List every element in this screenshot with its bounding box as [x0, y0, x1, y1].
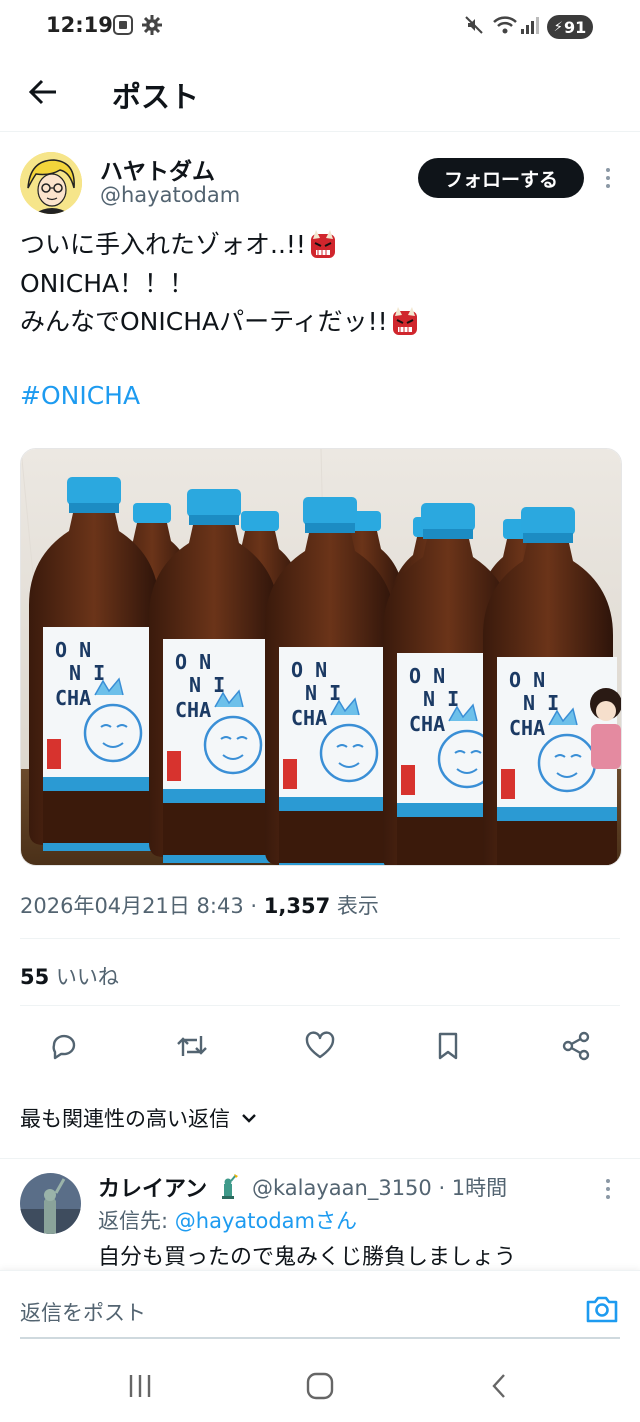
reply-button[interactable]: [44, 1026, 84, 1066]
app-header: ポスト: [0, 56, 640, 132]
ogre-emoji-icon: [310, 230, 335, 259]
share-button[interactable]: [556, 1026, 596, 1066]
tweet-line: みんなでONICHAパーティだッ!!: [20, 303, 620, 342]
reply-author-name-text: カレイアン: [98, 1177, 208, 1202]
heart-icon: [305, 1031, 335, 1059]
reply-input[interactable]: 返信をポスト: [20, 1297, 146, 1327]
reply-sort-label: 最も関連性の高い返信: [20, 1107, 230, 1131]
repost-button[interactable]: [172, 1026, 212, 1066]
composer-underline: [20, 1337, 620, 1339]
kebab-menu-icon: [606, 168, 610, 188]
author-display-name[interactable]: ハヤトダム: [100, 152, 215, 186]
reply-more-options-button[interactable]: [598, 1177, 618, 1201]
figurine-doll: [590, 688, 621, 769]
ogre-emoji-icon: [392, 307, 417, 336]
recent-apps-icon: [129, 1375, 151, 1397]
battery-bolt-icon: ⚡: [553, 19, 563, 35]
signal-icon: [521, 17, 539, 34]
reply-sort-dropdown[interactable]: 最も関連性の高い返信: [20, 1103, 260, 1133]
reply-composer: 返信をポスト: [0, 1270, 640, 1350]
bookmark-icon: [438, 1032, 458, 1060]
tweet-line-text: ONICHA！！！: [20, 268, 195, 298]
home-icon: [306, 1372, 334, 1400]
reply-to-prefix: 返信先:: [98, 1209, 175, 1233]
reply-item[interactable]: カレイアン @kalayaan_3150 · 1時間 返信先: @hayatod…: [0, 1158, 640, 1270]
action-bar: [0, 1026, 640, 1066]
view-label: 表示: [330, 894, 379, 918]
like-button[interactable]: [300, 1026, 340, 1066]
tweet-line-text: みんなでONICHAパーティだッ!!: [20, 307, 388, 336]
view-count: 1,357: [263, 894, 331, 918]
recent-apps-button[interactable]: [120, 1368, 160, 1404]
arrow-left-icon: [28, 79, 56, 105]
camera-icon: [586, 1296, 618, 1323]
tweet-timestamp[interactable]: 2026年04月21日 8:43 ·: [20, 894, 264, 918]
status-time: 12:19: [46, 13, 113, 37]
camera-button[interactable]: [584, 1293, 620, 1325]
tweet-meta: 2026年04月21日 8:43 · 1,357 表示: [20, 890, 379, 920]
status-bar: 12:19 ⚡ 91: [0, 0, 640, 56]
tweet-line-text: ついに手入れたゾォオ..!!: [20, 230, 306, 259]
onicha-bottles-photo: O N N I CHA: [21, 449, 621, 865]
repost-icon: [177, 1036, 207, 1056]
statue-of-liberty-emoji-icon: [221, 1174, 238, 1199]
system-back-button[interactable]: [480, 1368, 520, 1404]
settings-gear-icon: [142, 15, 162, 35]
chevron-left-icon: [492, 1374, 505, 1398]
divider: [20, 1005, 620, 1006]
like-label: いいね: [49, 965, 119, 989]
statue-avatar-image: [20, 1173, 81, 1234]
wifi-icon: [493, 16, 517, 34]
reply-author-name[interactable]: カレイアン: [98, 1171, 241, 1203]
tweet-photo[interactable]: O N N I CHA: [20, 448, 622, 866]
likes-summary[interactable]: 55 いいね: [20, 961, 119, 991]
battery-level: 91: [563, 17, 587, 37]
follow-button[interactable]: フォローする: [418, 158, 584, 198]
home-button[interactable]: [300, 1368, 340, 1404]
author-avatar[interactable]: [20, 152, 82, 214]
share-icon: [562, 1031, 590, 1061]
reply-to-user-link[interactable]: @hayatodamさん: [175, 1209, 357, 1233]
mute-icon: [465, 16, 483, 34]
tweet-text: ついに手入れたゾォオ..!! ONICHA！！！ みんなでONICHAパーティだ…: [20, 226, 620, 342]
author-handle[interactable]: @hayatodam: [100, 183, 240, 207]
reply-avatar[interactable]: [20, 1173, 81, 1234]
bookmark-button[interactable]: [428, 1026, 468, 1066]
more-options-button[interactable]: [598, 166, 618, 190]
battery-indicator: ⚡ 91: [547, 15, 593, 39]
reply-text: 自分も買ったので鬼みくじ勝負しましょう: [98, 1245, 517, 1270]
reply-to-line: 返信先: @hayatodamさん: [98, 1205, 357, 1235]
reply-icon: [52, 1034, 76, 1060]
tweet-line: ONICHA！！！: [20, 265, 620, 304]
kebab-menu-icon: [606, 1179, 610, 1199]
system-navigation-bar: [0, 1350, 640, 1422]
tweet-line: ついに手入れたゾォオ..!!: [20, 226, 620, 265]
reply-author-handle[interactable]: @kalayaan_3150 · 1時間: [252, 1172, 507, 1202]
avatar-image: [20, 152, 82, 214]
hashtag-link[interactable]: #ONICHA: [20, 381, 140, 410]
screenshot-icon: [113, 15, 133, 35]
divider: [20, 938, 620, 939]
back-button[interactable]: [24, 72, 64, 112]
like-count: 55: [20, 965, 50, 989]
chevron-down-icon: [242, 1114, 256, 1123]
page-title: ポスト: [112, 80, 200, 114]
